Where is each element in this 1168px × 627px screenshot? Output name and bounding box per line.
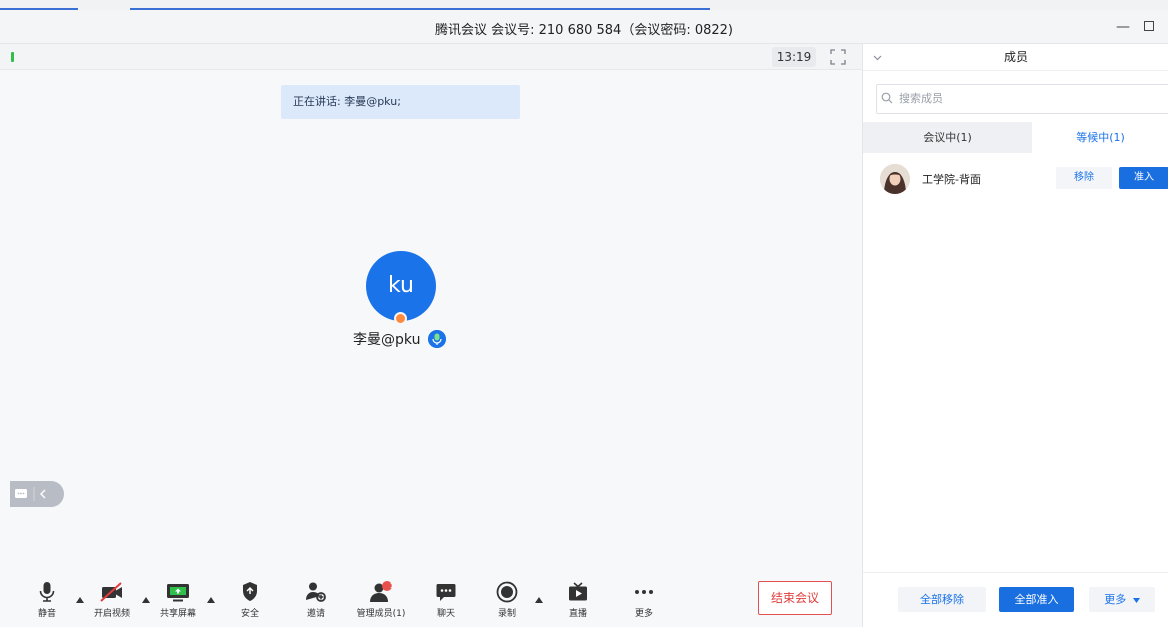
tab-in-meeting[interactable]: 会议中(1) [863,122,1032,153]
security-label: 安全 [240,609,259,619]
share-screen-button[interactable]: 共享屏幕 [155,581,201,619]
security-button[interactable]: 安全 [236,581,264,619]
minimize-button[interactable]: — [1112,16,1134,38]
chat-collapse-icon [15,487,46,501]
video-options-caret-icon[interactable] [142,597,150,603]
meeting-window: 腾讯会议 会议号: 210 680 584（会议密码: 0822) — 13:1… [0,0,1168,627]
member-photo-icon [880,164,910,194]
video-label: 开启视频 [93,609,130,619]
host-badge-icon [394,312,407,325]
members-panel-title: 成员 [1003,50,1028,64]
more-dots-icon [635,590,653,594]
top-strip [0,0,1168,10]
tab-waiting[interactable]: 等候中(1) [1032,122,1168,153]
participant-name: 李曼@pku [353,332,421,348]
live-stream-button[interactable]: 直播 [565,581,591,619]
manage-members-button[interactable]: 管理成员(1) 1 [351,581,411,619]
invite-button[interactable]: 邀请 [302,581,330,619]
window-title: 腾讯会议 会议号: 210 680 584（会议密码: 0822) [434,23,734,38]
caret-down-icon [1132,597,1140,603]
signal-indicator [11,52,14,62]
share-label: 共享屏幕 [159,609,196,619]
member-search-input[interactable]: 搜索成员 [876,84,1168,114]
end-meeting-button[interactable]: 结束会议 [758,581,832,615]
maximize-icon [1144,21,1154,31]
panel-more-button[interactable]: 更多 [1089,587,1155,612]
shield-icon [243,582,257,601]
remove-all-button[interactable]: 全部移除 [898,587,986,612]
meeting-toolbar: 静音 开启视频 共享屏幕 安全 邀请 管理成员(1) 1 聊天 录制 直播 更多… [0,571,862,627]
video-area: 13:19 正在讲话: 李曼@pku; ku 李曼@pku 静音 开启视频 共享… [0,44,862,627]
participant-avatar[interactable]: ku [366,251,436,321]
fullscreen-icon[interactable] [830,49,846,65]
meeting-timer: 13:19 [772,47,816,67]
more-label: 更多 [634,609,653,619]
mute-options-caret-icon[interactable] [76,597,84,603]
record-icon [496,581,518,603]
speaking-indicator: 正在讲话: 李曼@pku; [281,85,520,119]
members-panel: 成员 搜索成员 会议中(1) 等候中(1) 工学院-背面 移除 准入 全部移除 … [862,44,1168,627]
members-panel-header: 成员 [863,44,1168,71]
members-count-badge: 1 [389,582,395,590]
more-button[interactable]: 更多 [631,581,657,619]
chevron-down-icon[interactable] [873,53,882,62]
invite-user-icon [306,582,326,602]
panel-more-label: 更多 [1104,593,1127,606]
start-video-button[interactable]: 开启视频 [89,581,135,619]
share-options-caret-icon[interactable] [207,597,215,603]
record-button[interactable]: 录制 [494,581,520,619]
members-tabs: 会议中(1) 等候中(1) [863,122,1168,153]
mute-button[interactable]: 静音 [34,581,60,619]
waiting-member-row: 工学院-背面 移除 准入 [863,161,1168,197]
maximize-button[interactable] [1138,16,1160,38]
member-name: 工学院-背面 [922,173,981,186]
title-bar: 腾讯会议 会议号: 210 680 584（会议密码: 0822) — [0,10,1168,44]
remove-member-button[interactable]: 移除 [1056,167,1112,189]
chat-button[interactable]: 聊天 [433,581,459,619]
chat-label: 聊天 [436,609,455,619]
record-options-caret-icon[interactable] [535,597,543,603]
admit-member-button[interactable]: 准入 [1119,167,1168,189]
live-label: 直播 [568,609,587,619]
video-off-icon [100,582,122,602]
search-icon [881,92,893,104]
collapse-chat-toggle[interactable] [10,481,64,507]
record-label: 录制 [497,609,516,619]
member-avatar [880,164,910,194]
manage-members-label: 管理成员(1) [356,609,406,619]
invite-label: 邀请 [306,609,325,619]
mic-active-icon [428,330,446,348]
share-screen-icon [167,584,189,602]
members-panel-footer: 全部移除 全部准入 更多 [863,572,1168,627]
chat-icon [436,584,456,601]
microphone-icon [39,582,55,602]
status-bar: 13:19 [0,44,862,70]
live-stream-icon [569,582,587,601]
mute-label: 静音 [37,609,56,619]
admit-all-button[interactable]: 全部准入 [999,587,1074,612]
